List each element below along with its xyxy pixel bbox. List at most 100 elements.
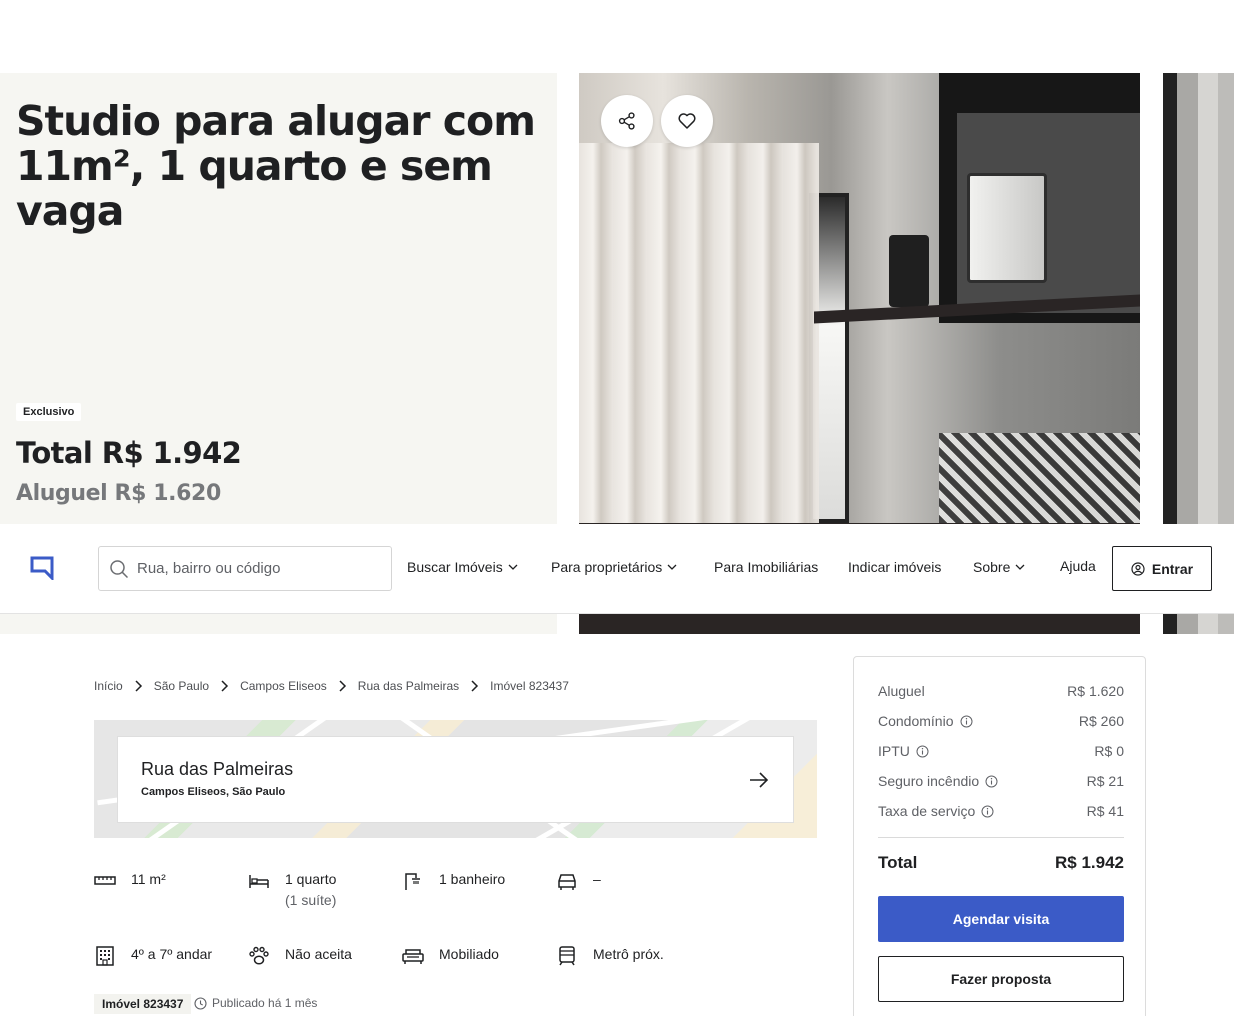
- price-row-value: R$ 21: [1086, 773, 1124, 789]
- share-button[interactable]: [601, 95, 653, 147]
- feature-metro-value: Metrô próx.: [593, 946, 664, 962]
- bed-icon: [249, 875, 269, 888]
- price-row-label: Aluguel: [878, 683, 925, 699]
- price-row-value: R$ 260: [1078, 713, 1124, 729]
- feature-bedrooms-text: 1 quarto (1 suíte): [285, 871, 336, 908]
- feature-floor: 4º a 7º andar: [94, 946, 212, 966]
- top-navbar: Buscar Imóveis Para proprietários Para I…: [0, 524, 1234, 614]
- chevron-right-icon: [135, 680, 142, 692]
- price-row-value: R$ 0: [1094, 743, 1124, 759]
- feature-furnished-value: Mobiliado: [439, 946, 499, 962]
- chevron-right-icon: [339, 680, 346, 692]
- feature-parking-value: –: [593, 871, 601, 887]
- ruler-icon: [94, 876, 116, 885]
- info-icon[interactable]: [916, 745, 929, 758]
- sofa-icon: [402, 949, 424, 964]
- car-icon: [558, 874, 576, 890]
- price-row-taxa: Taxa de serviço R$ 41: [878, 803, 1124, 819]
- exclusive-badge: Exclusivo: [16, 403, 82, 421]
- price-divider: [878, 837, 1124, 838]
- price-row-label-wrap: Condomínio: [878, 713, 973, 729]
- price-row-seguro: Seguro incêndio R$ 21: [878, 773, 1124, 789]
- feature-floor-value: 4º a 7º andar: [131, 946, 213, 962]
- address-neighborhood: Campos Eliseos, São Paulo: [141, 786, 286, 798]
- search-input[interactable]: [137, 547, 387, 590]
- login-button[interactable]: Entrar: [1112, 546, 1212, 591]
- paw-icon: [249, 946, 269, 965]
- price-row-condominio: Condomínio R$ 260: [878, 713, 1124, 729]
- breadcrumb-item[interactable]: Início: [94, 679, 123, 693]
- nav-label: Para Imobiliárias: [714, 559, 819, 575]
- breadcrumb: Início São Paulo Campos Eliseos Rua das …: [94, 679, 569, 693]
- train-icon: [559, 946, 575, 966]
- make-offer-button[interactable]: Fazer proposta: [878, 956, 1124, 1002]
- search-icon: [110, 560, 129, 579]
- info-icon[interactable]: [985, 775, 998, 788]
- photo-coffee-maker: [889, 235, 929, 307]
- chevron-down-icon: [667, 564, 677, 570]
- chevron-down-icon: [1015, 564, 1025, 570]
- clock-icon: [194, 996, 207, 1010]
- photo-microwave: [967, 173, 1047, 283]
- feature-metro: Metrô próx.: [556, 946, 664, 966]
- heart-icon: [678, 113, 696, 129]
- price-row-label: Seguro incêndio: [878, 773, 980, 789]
- feature-pets-value: Não aceita: [285, 946, 352, 962]
- price-row-label: IPTU: [878, 743, 910, 759]
- breadcrumb-item[interactable]: Rua das Palmeiras: [358, 679, 459, 693]
- feature-suites-value: (1 suíte): [285, 892, 337, 908]
- feature-pets: Não aceita: [248, 946, 352, 966]
- price-row-label-wrap: Seguro incêndio: [878, 773, 998, 789]
- feature-bedrooms-value: 1 quarto: [285, 871, 337, 887]
- price-total-value: R$ 1.942: [1055, 853, 1124, 872]
- feature-bathrooms-value: 1 banheiro: [439, 871, 506, 887]
- nav-buscar-imoveis[interactable]: Buscar Imóveis: [407, 559, 518, 575]
- nav-indicar-imoveis[interactable]: Indicar imóveis: [848, 559, 941, 575]
- share-icon: [618, 112, 635, 130]
- chevron-down-icon: [508, 564, 518, 570]
- price-row-label: Taxa de serviço: [878, 803, 976, 819]
- breadcrumb-item[interactable]: São Paulo: [154, 679, 209, 693]
- published-text: Publicado há 1 mês: [212, 996, 318, 1010]
- favorite-button[interactable]: [661, 95, 713, 147]
- nav-sobre[interactable]: Sobre: [973, 559, 1025, 575]
- hero-rent-price: Aluguel R$ 1.620: [16, 481, 221, 506]
- feature-parking: –: [556, 871, 601, 891]
- chevron-right-icon: [221, 680, 229, 692]
- price-row-label: Condomínio: [878, 713, 954, 729]
- nav-para-proprietarios[interactable]: Para proprietários: [551, 559, 677, 575]
- nav-label: Ajuda: [1060, 558, 1096, 574]
- feature-furnished: Mobiliado: [402, 946, 499, 966]
- schedule-visit-button[interactable]: Agendar visita: [878, 896, 1124, 942]
- nav-ajuda[interactable]: Ajuda: [1060, 558, 1096, 574]
- nav-para-imobiliarias[interactable]: Para Imobiliárias: [714, 559, 818, 575]
- price-row-label-wrap: IPTU: [878, 743, 929, 759]
- price-row-value: R$ 1.620: [1067, 683, 1124, 699]
- address-card[interactable]: Rua das Palmeiras Campos Eliseos, São Pa…: [117, 736, 794, 823]
- arrow-right-icon: [750, 772, 769, 788]
- info-icon[interactable]: [981, 805, 994, 818]
- page-title: Studio para alugar com 11m², 1 quarto e …: [16, 97, 536, 235]
- price-row-value: R$ 41: [1086, 803, 1124, 819]
- breadcrumb-item[interactable]: Campos Eliseos: [240, 679, 327, 693]
- feature-bedrooms: 1 quarto (1 suíte): [248, 871, 336, 908]
- listing-id-tag: Imóvel 823437: [94, 994, 192, 1014]
- price-total-row: Total R$ 1.942: [878, 853, 1124, 873]
- feature-bathrooms: 1 banheiro: [402, 871, 505, 891]
- feature-area: 11 m²: [94, 871, 166, 891]
- published-date: Publicado há 1 mês: [194, 996, 317, 1010]
- search-box[interactable]: [98, 546, 392, 591]
- nav-label: Indicar imóveis: [848, 559, 942, 575]
- login-label: Entrar: [1151, 560, 1194, 577]
- nav-label: Para proprietários: [551, 559, 663, 575]
- logo-icon[interactable]: [30, 556, 54, 580]
- info-icon[interactable]: [960, 715, 973, 728]
- nav-label: Buscar Imóveis: [407, 559, 503, 575]
- user-icon: [1131, 561, 1145, 576]
- price-total-label: Total: [878, 853, 918, 872]
- price-row-iptu: IPTU R$ 0: [878, 743, 1124, 759]
- price-row-label-wrap: Taxa de serviço: [878, 803, 994, 819]
- feature-area-value: 11 m²: [131, 871, 166, 887]
- address-street: Rua das Palmeiras: [141, 759, 294, 779]
- nav-label: Sobre: [973, 559, 1011, 575]
